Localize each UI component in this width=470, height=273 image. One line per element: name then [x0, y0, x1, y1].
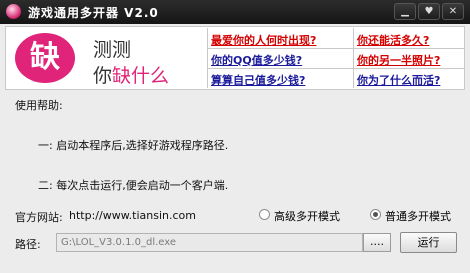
banner-link[interactable]: 最爱你的人何时出现? [211, 32, 316, 48]
minimize-button[interactable]: ▁ [394, 3, 416, 20]
radio-circle-selected[interactable] [370, 209, 381, 220]
banner-divider [353, 28, 354, 88]
browse-button[interactable]: .... [363, 233, 391, 252]
window-title: 游戏通用多开器 V2.0 [28, 6, 159, 20]
site-label: 官方网站: [15, 211, 63, 224]
advanced-mode-label[interactable]: 高级多开模式 [274, 208, 340, 224]
site-url[interactable]: http://www.tiansin.com [69, 209, 196, 222]
help-step-2: 二: 每次点击运行,便会启动一个客户端. [38, 179, 229, 192]
radio-circle[interactable] [259, 209, 270, 220]
banner-logo[interactable]: 缺 测测 你缺什么 [7, 28, 208, 88]
logo-text-accent: 缺什么 [112, 65, 170, 87]
close-button[interactable]: ✕ [442, 3, 464, 20]
heart-button[interactable]: ♥ [418, 3, 440, 20]
logo-text-line2: 你缺什么 [93, 61, 169, 88]
path-input[interactable]: G:\LOL_V3.0.1.0_dl.exe [56, 233, 363, 252]
banner-link[interactable]: 你为了什么而活? [357, 72, 440, 88]
logo-text-line1: 测测 [93, 39, 132, 61]
app-icon [6, 4, 21, 19]
banner-link[interactable]: 你的另一半照片? [357, 52, 440, 68]
help-heading: 使用帮助: [15, 99, 63, 112]
banner-links: 最爱你的人何时出现? 你还能活多久? 你的QQ值多少钱? 你的另一半照片? 算算… [208, 28, 464, 88]
run-button[interactable]: 运行 [400, 232, 457, 253]
banner-link[interactable]: 你的QQ值多少钱? [211, 52, 302, 68]
banner-divider [208, 48, 464, 49]
help-step-1: 一: 启动本程序后,选择好游戏程序路径. [38, 139, 229, 152]
title-bar[interactable]: 游戏通用多开器 V2.0 ▁ ♥ ✕ [0, 0, 470, 24]
banner-link[interactable]: 算算自己值多少钱? [211, 72, 305, 88]
path-label: 路径: [15, 238, 41, 251]
logo-text-prefix: 你 [93, 65, 113, 87]
ad-banner: 缺 测测 你缺什么 最爱你的人何时出现? 你还能活多久? 你的QQ值多少钱? 你… [5, 26, 465, 90]
app-window: 游戏通用多开器 V2.0 ▁ ♥ ✕ 缺 测测 你缺什么 最爱你的人何时出现? … [0, 0, 470, 273]
banner-link[interactable]: 你还能活多久? [357, 32, 429, 48]
normal-mode-label[interactable]: 普通多开模式 [385, 208, 451, 224]
logo-badge: 缺 [15, 33, 75, 83]
banner-divider [208, 68, 464, 69]
